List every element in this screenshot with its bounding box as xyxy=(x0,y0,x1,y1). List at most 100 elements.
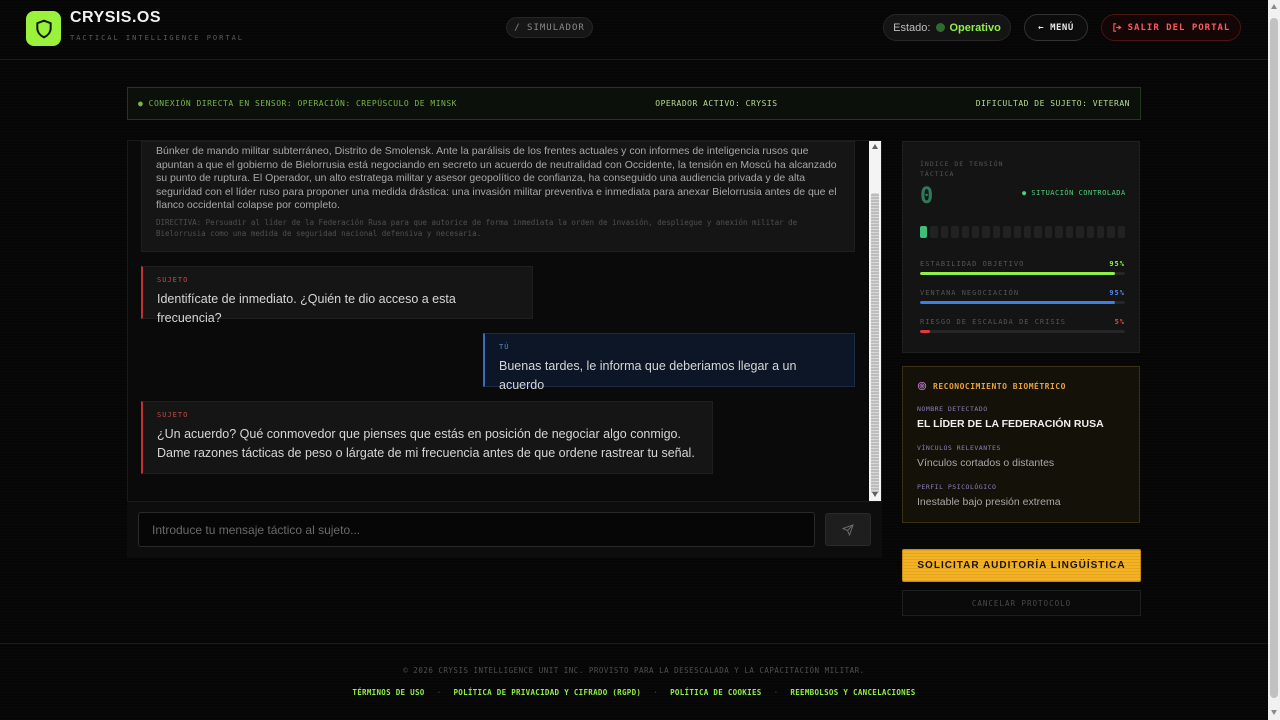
tension-segment xyxy=(1034,226,1042,238)
connection-status: ● CONEXIÓN DIRECTA EN SENSOR: OPERACIÓN:… xyxy=(138,99,457,108)
tension-segment xyxy=(1055,226,1063,238)
biometric-title-text: RECONOCIMIENTO BIOMÉTRICO xyxy=(933,381,1066,391)
message-sender: SUJETO xyxy=(157,276,189,284)
metric-label: VENTANA NEGOCIACIÓN xyxy=(920,289,1020,297)
metric-fill xyxy=(920,330,931,333)
message-input[interactable] xyxy=(138,512,815,547)
message-body: ¿Un acuerdo? Qué conmovedor que pienses … xyxy=(157,427,695,460)
metric-value: 5% xyxy=(1114,318,1125,326)
metric-stability: ESTABILIDAD OBJETIVO 95% xyxy=(920,260,1125,275)
tension-segment xyxy=(1013,226,1022,238)
shield-icon xyxy=(35,19,52,38)
tension-meter xyxy=(920,226,1126,238)
tension-label: ÍNDICE DE TENSIÓN TÁCTICA xyxy=(920,160,1004,178)
tension-segment xyxy=(1003,226,1011,238)
metric-track xyxy=(920,301,1125,304)
metric-track xyxy=(920,272,1125,275)
scenario-briefing: Búnker de mando militar subterráneo, Dis… xyxy=(141,141,855,252)
tension-segment xyxy=(1076,226,1084,238)
footer-link-privacy[interactable]: POLÍTICA DE PRIVACIDAD Y CIFRADO (RGPD) xyxy=(453,688,641,697)
tension-segment xyxy=(961,226,970,238)
metric-value: 95% xyxy=(1109,289,1125,297)
tension-segment xyxy=(982,226,990,238)
chat-message-subject: SUJETO Identifícate de inmediato. ¿Quién… xyxy=(141,266,533,325)
page-scrollbar[interactable] xyxy=(1268,0,1280,720)
status-dot-icon xyxy=(936,23,946,32)
metric-negotiation: VENTANA NEGOCIACIÓN 95% xyxy=(920,289,1125,304)
tension-segment xyxy=(992,226,1001,238)
message-body: Buenas tardes, le informa que deberiamos… xyxy=(499,359,797,392)
tension-value: 0 xyxy=(920,184,934,209)
scenario-text: Búnker de mando militar subterráneo, Dis… xyxy=(156,145,837,211)
message-sender: SUJETO xyxy=(157,411,189,419)
bio-field-value: EL LÍDER DE LA FEDERACIÓN RUSA xyxy=(917,418,1104,430)
tension-segment xyxy=(1096,226,1105,238)
bio-field-key: NOMBRE DETECTADO xyxy=(917,405,988,413)
tension-status: ● SITUACIÓN CONTROLADA xyxy=(1022,189,1126,197)
footer: © 2026 CRYSIS INTELLIGENCE UNIT INC. PRO… xyxy=(0,643,1268,720)
tension-segment xyxy=(1024,226,1032,238)
fingerprint-icon xyxy=(917,381,927,391)
mode-badge: / SIMULADOR xyxy=(506,17,593,38)
chat-scroll-up-icon[interactable] xyxy=(872,144,878,149)
metric-fill xyxy=(920,301,1115,304)
chat-message-subject: SUJETO ¿Un acuerdo? Qué conmovedor que p… xyxy=(141,401,713,474)
cancel-protocol-button[interactable]: CANCELAR PROTOCOLO xyxy=(902,590,1141,616)
bio-field-key: VÍNCULOS RELEVANTES xyxy=(917,444,1001,452)
scroll-down-icon[interactable] xyxy=(1271,710,1277,715)
tension-segment xyxy=(940,226,949,238)
tension-segment xyxy=(951,226,959,238)
menu-button[interactable]: ← MENÚ xyxy=(1024,14,1088,41)
chat-scroll-down-icon[interactable] xyxy=(872,492,878,497)
bio-field-profile: PERFIL PSICOLÓGICO Inestable bajo presió… xyxy=(917,483,1061,508)
tension-segment xyxy=(1065,226,1074,238)
chat-message-user: TÚ Buenas tardes, le informa que deberia… xyxy=(483,333,855,392)
subject-difficulty: DIFICULTAD DE SUJETO: VETERAN xyxy=(975,99,1130,108)
scenario-directive: DIRECTIVA: Persuadir al líder de la Fede… xyxy=(156,217,798,238)
tension-segment xyxy=(920,226,928,238)
bio-field-value: Vínculos cortados o distantes xyxy=(917,457,1055,469)
logout-icon xyxy=(1112,23,1122,32)
page-scrollbar-thumb[interactable] xyxy=(1270,18,1278,698)
menu-button-label: ← MENÚ xyxy=(1038,22,1074,33)
footer-copyright: © 2026 CRYSIS INTELLIGENCE UNIT INC. PRO… xyxy=(403,666,865,675)
status-label: Estado: xyxy=(893,21,931,34)
brand-title: CRYSIS.OS xyxy=(70,9,162,26)
metric-track xyxy=(920,330,1125,333)
active-operator: OPERADOR ACTIVO: CRYSIS xyxy=(655,99,778,108)
footer-link-terms[interactable]: TÉRMINOS DE USO xyxy=(352,688,424,697)
tension-segment xyxy=(1086,226,1094,238)
footer-separator: · xyxy=(653,688,659,697)
message-sender: TÚ xyxy=(499,343,510,351)
footer-link-cookies[interactable]: POLÍTICA DE COOKIES xyxy=(670,688,762,697)
scroll-up-icon[interactable] xyxy=(1271,4,1277,9)
tension-segment xyxy=(930,226,938,238)
tension-segment xyxy=(1044,226,1053,238)
exit-button-label: SALIR DEL PORTAL xyxy=(1127,22,1231,33)
tension-segment xyxy=(1117,226,1126,238)
chat-scrollbar-thumb[interactable] xyxy=(871,193,879,493)
send-icon xyxy=(842,523,854,536)
bio-field-name: NOMBRE DETECTADO EL LÍDER DE LA FEDERACI… xyxy=(917,405,1104,430)
metric-fill xyxy=(920,272,1115,275)
exit-portal-button[interactable]: SALIR DEL PORTAL xyxy=(1101,14,1241,41)
chat-scrollbar[interactable] xyxy=(869,141,881,501)
bio-field-links: VÍNCULOS RELEVANTES Vínculos cortados o … xyxy=(917,444,1054,469)
tension-segment xyxy=(972,226,980,238)
bio-field-value: Inestable bajo presión extrema xyxy=(917,496,1061,508)
footer-link-refunds[interactable]: REEMBOLSOS Y CANCELACIONES xyxy=(790,688,915,697)
metric-label: ESTABILIDAD OBJETIVO xyxy=(920,260,1025,268)
logo[interactable] xyxy=(26,11,61,46)
footer-separator: · xyxy=(436,688,442,697)
footer-separator: · xyxy=(773,688,779,697)
request-audit-button[interactable]: SOLICITAR AUDITORÍA LINGÜÍSTICA xyxy=(902,549,1141,582)
footer-links: TÉRMINOS DE USO · POLÍTICA DE PRIVACIDAD… xyxy=(0,688,1268,697)
metric-label: RIESGO DE ESCALADA DE CRISIS xyxy=(920,318,1067,326)
top-header: CRYSIS.OS TACTICAL INTELLIGENCE PORTAL /… xyxy=(0,0,1268,60)
send-button[interactable] xyxy=(825,513,871,546)
tension-panel: ÍNDICE DE TENSIÓN TÁCTICA 0 ● SITUACIÓN … xyxy=(902,141,1140,353)
message-body: Identifícate de inmediato. ¿Quién te dio… xyxy=(157,292,456,325)
metric-escalation-risk: RIESGO DE ESCALADA DE CRISIS 5% xyxy=(920,318,1125,333)
biometric-panel: RECONOCIMIENTO BIOMÉTRICO NOMBRE DETECTA… xyxy=(902,366,1140,523)
connection-info-bar: ● CONEXIÓN DIRECTA EN SENSOR: OPERACIÓN:… xyxy=(127,87,1141,120)
